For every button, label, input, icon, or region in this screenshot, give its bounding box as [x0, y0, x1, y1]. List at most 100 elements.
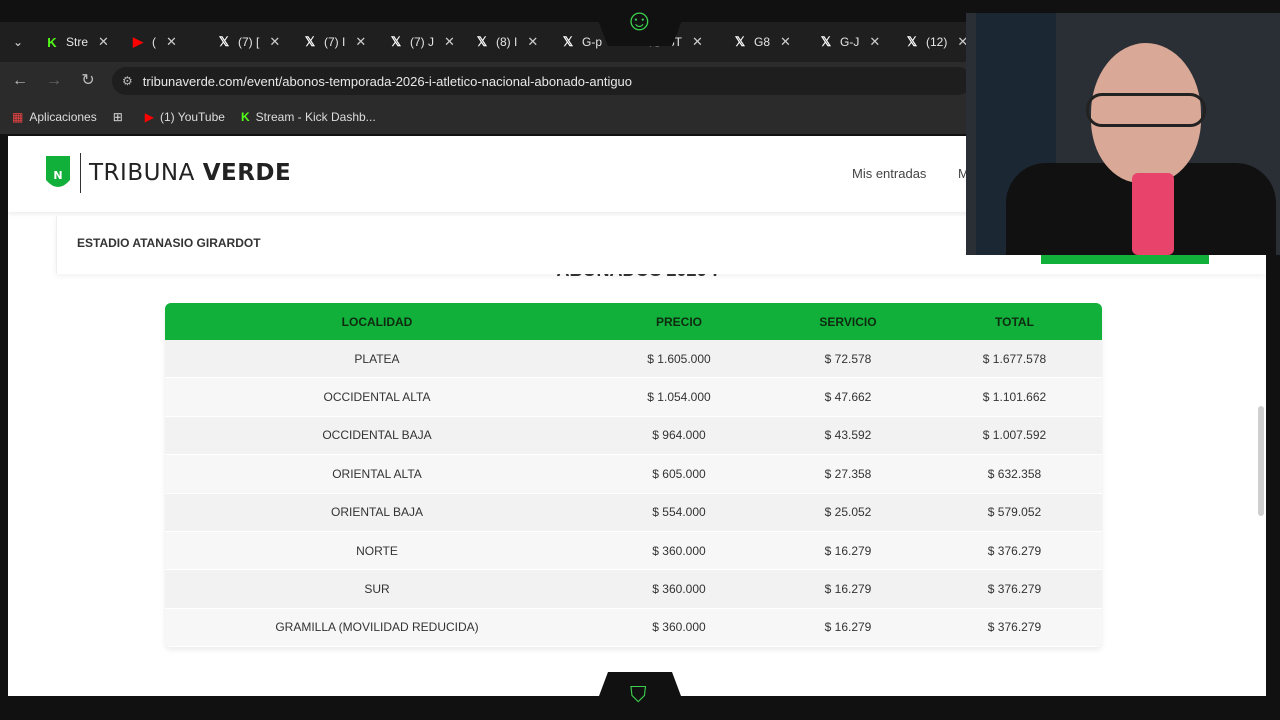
- tab-title: G-J: [840, 35, 860, 49]
- reload-icon[interactable]: ↻: [78, 71, 98, 91]
- tab-title: (: [152, 35, 156, 49]
- table-row: SUR $ 360.000 $ 16.279 $ 376.279: [165, 570, 1102, 609]
- apps-icon: ▦: [12, 110, 24, 124]
- table-cell: PLATEA: [354, 351, 400, 366]
- table-cell: GRAMILLA (MOVILIDAD REDUCIDA): [275, 620, 479, 635]
- tab-favicon-icon: 𝕏: [820, 34, 832, 49]
- table-cell: ORIENTAL ALTA: [332, 466, 422, 481]
- tab-favicon-icon: K: [47, 34, 57, 50]
- close-icon[interactable]: ✕: [269, 34, 280, 50]
- table-cell: $ 16.279: [824, 582, 872, 597]
- tab-favicon-icon: 𝕏: [218, 34, 230, 49]
- tab-favicon-icon: 𝕏: [906, 34, 918, 49]
- nacional-shield-icon: N: [46, 156, 70, 187]
- close-icon[interactable]: ✕: [166, 34, 177, 50]
- table-cell: $ 360.000: [652, 582, 706, 597]
- browser-tab[interactable]: ▶ ( ✕: [130, 28, 177, 56]
- table-cell: $ 554.000: [652, 505, 706, 520]
- table-cell: $ 964.000: [652, 428, 706, 443]
- grid-icon: ⊞: [112, 110, 123, 124]
- logo-text: TRIBUNA VERDE: [89, 160, 292, 186]
- table-cell: $ 1.007.592: [982, 428, 1047, 443]
- tab-title: G-p: [582, 35, 603, 49]
- tab-favicon-icon: 𝕏: [476, 34, 488, 49]
- browser-tab[interactable]: 𝕏 (12) ✕: [904, 28, 969, 56]
- column-header: PRECIO: [655, 314, 702, 329]
- table-cell: $ 47.662: [824, 390, 872, 405]
- browser-tab[interactable]: 𝕏 (8) I ✕: [474, 28, 539, 56]
- close-icon[interactable]: ✕: [444, 34, 455, 50]
- tab-search-icon[interactable]: ⌄: [8, 32, 28, 52]
- table-cell: $ 579.052: [987, 505, 1042, 520]
- bookmark-kick[interactable]: K Stream - Kick Dashb...: [241, 110, 376, 124]
- site-info-icon[interactable]: ⚙: [122, 74, 133, 88]
- table-row: ORIENTAL ALTA $ 605.000 $ 27.358 $ 632.358: [165, 455, 1102, 494]
- table-cell: $ 27.358: [824, 466, 872, 481]
- site-logo[interactable]: N TRIBUNA VERDE: [44, 152, 291, 194]
- bookmark-label: Stream - Kick Dashb...: [255, 110, 376, 124]
- browser-tab[interactable]: 𝕏 (7) I ✕: [302, 28, 367, 56]
- tab-title: (7) J: [410, 35, 434, 49]
- svg-text:N: N: [53, 169, 62, 182]
- table-cell: $ 360.000: [652, 543, 706, 558]
- close-icon[interactable]: ✕: [527, 34, 538, 50]
- table-cell: NORTE: [356, 543, 398, 558]
- table-row: PLATEA $ 1.605.000 $ 72.578 $ 1.677.578: [165, 340, 1102, 379]
- table-row: OCCIDENTAL BAJA $ 964.000 $ 43.592 $ 1.007.…: [165, 416, 1102, 456]
- webcam-glasses: [1086, 93, 1206, 127]
- tab-favicon-icon: ▶: [133, 34, 143, 49]
- microphone-icon: [1132, 173, 1174, 255]
- streamer-webcam: [966, 13, 1280, 255]
- browser-tab[interactable]: 𝕏 G8 ✕: [732, 28, 791, 56]
- back-icon[interactable]: ←: [10, 71, 30, 91]
- bookmark-label: Aplicaciones: [29, 110, 97, 124]
- table-cell: ORIENTAL BAJA: [330, 505, 424, 520]
- venue-name: ESTADIO ATANASIO GIRARDOT: [77, 236, 261, 250]
- table-cell: $ 632.358: [987, 466, 1042, 481]
- kick-icon: K: [240, 110, 250, 124]
- forward-icon[interactable]: →: [44, 71, 64, 91]
- nav-mis-entradas[interactable]: Mis entradas: [852, 166, 926, 181]
- table-cell: $ 376.279: [987, 620, 1042, 635]
- stream-frame: ⌄ K Stre ✕ ▶(✕ 𝕏 (7) [✕ 𝕏 (7) I ✕ 𝕏 (7) J ✕ 𝕏 (8) I ✕ 𝕏…: [0, 0, 1280, 720]
- price-table: LOCALIDAD PRECIO SERVICIO TOTAL PLATEA $ …: [165, 303, 1102, 648]
- bookmark-grid[interactable]: ⊞: [113, 110, 129, 124]
- shield-logo-icon: ⛉: [630, 682, 647, 707]
- close-icon[interactable]: ✕: [692, 34, 703, 50]
- table-cell: OCCIDENTAL BAJA: [322, 428, 432, 443]
- table-cell: $ 72.578: [824, 351, 872, 366]
- bookmark-apps[interactable]: ▦ Aplicaciones: [12, 110, 97, 124]
- table-cell: $ 25.052: [824, 505, 872, 520]
- green-button-edge[interactable]: [1041, 254, 1209, 264]
- table-row: GRAMILLA (MOVILIDAD REDUCIDA) $ 360.000 $ …: [165, 608, 1102, 648]
- table-cell: $ 1.054.000: [647, 390, 711, 405]
- browser-tab[interactable]: 𝕏 (7) J ✕: [388, 28, 455, 56]
- browser-tab[interactable]: 𝕏 (7) [✕: [216, 28, 281, 56]
- bookmark-youtube[interactable]: ▶ (1) YouTube: [145, 110, 225, 124]
- tab-title: G8: [754, 35, 771, 49]
- table-cell: $ 605.000: [652, 466, 706, 481]
- table-cell: $ 376.279: [987, 582, 1042, 597]
- close-icon[interactable]: ✕: [98, 34, 109, 50]
- close-icon[interactable]: ✕: [355, 34, 366, 50]
- table-cell: $ 16.279: [824, 543, 872, 558]
- table-row: NORTE $ 360.000 $ 16.279 $ 376.279: [165, 531, 1102, 571]
- table-cell: $ 376.279: [987, 543, 1042, 558]
- column-header: SERVICIO: [819, 314, 877, 329]
- logo-divider: [80, 153, 81, 193]
- table-cell: $ 1.605.000: [647, 351, 711, 366]
- column-header: LOCALIDAD: [341, 314, 413, 329]
- page-scrollbar[interactable]: [1258, 406, 1264, 516]
- table-row: OCCIDENTAL ALTA $ 1.054.000 $ 47.662 $ 1.10…: [165, 378, 1102, 417]
- tab-favicon-icon: 𝕏: [562, 34, 574, 49]
- avatar-glasses-icon: ☺: [624, 4, 655, 37]
- browser-tab[interactable]: K Stre ✕: [44, 28, 109, 56]
- browser-tab[interactable]: 𝕏 G-J ✕: [818, 28, 881, 56]
- youtube-icon: ▶: [144, 110, 155, 124]
- tab-title: (7) I: [324, 35, 346, 49]
- table-cell: $ 16.279: [824, 620, 872, 635]
- address-bar[interactable]: ⚙ tribunaverde.com/event/abonos-temporad…: [112, 67, 972, 95]
- close-icon[interactable]: ✕: [869, 34, 880, 50]
- table-cell: $ 43.592: [824, 428, 872, 443]
- close-icon[interactable]: ✕: [780, 34, 791, 50]
